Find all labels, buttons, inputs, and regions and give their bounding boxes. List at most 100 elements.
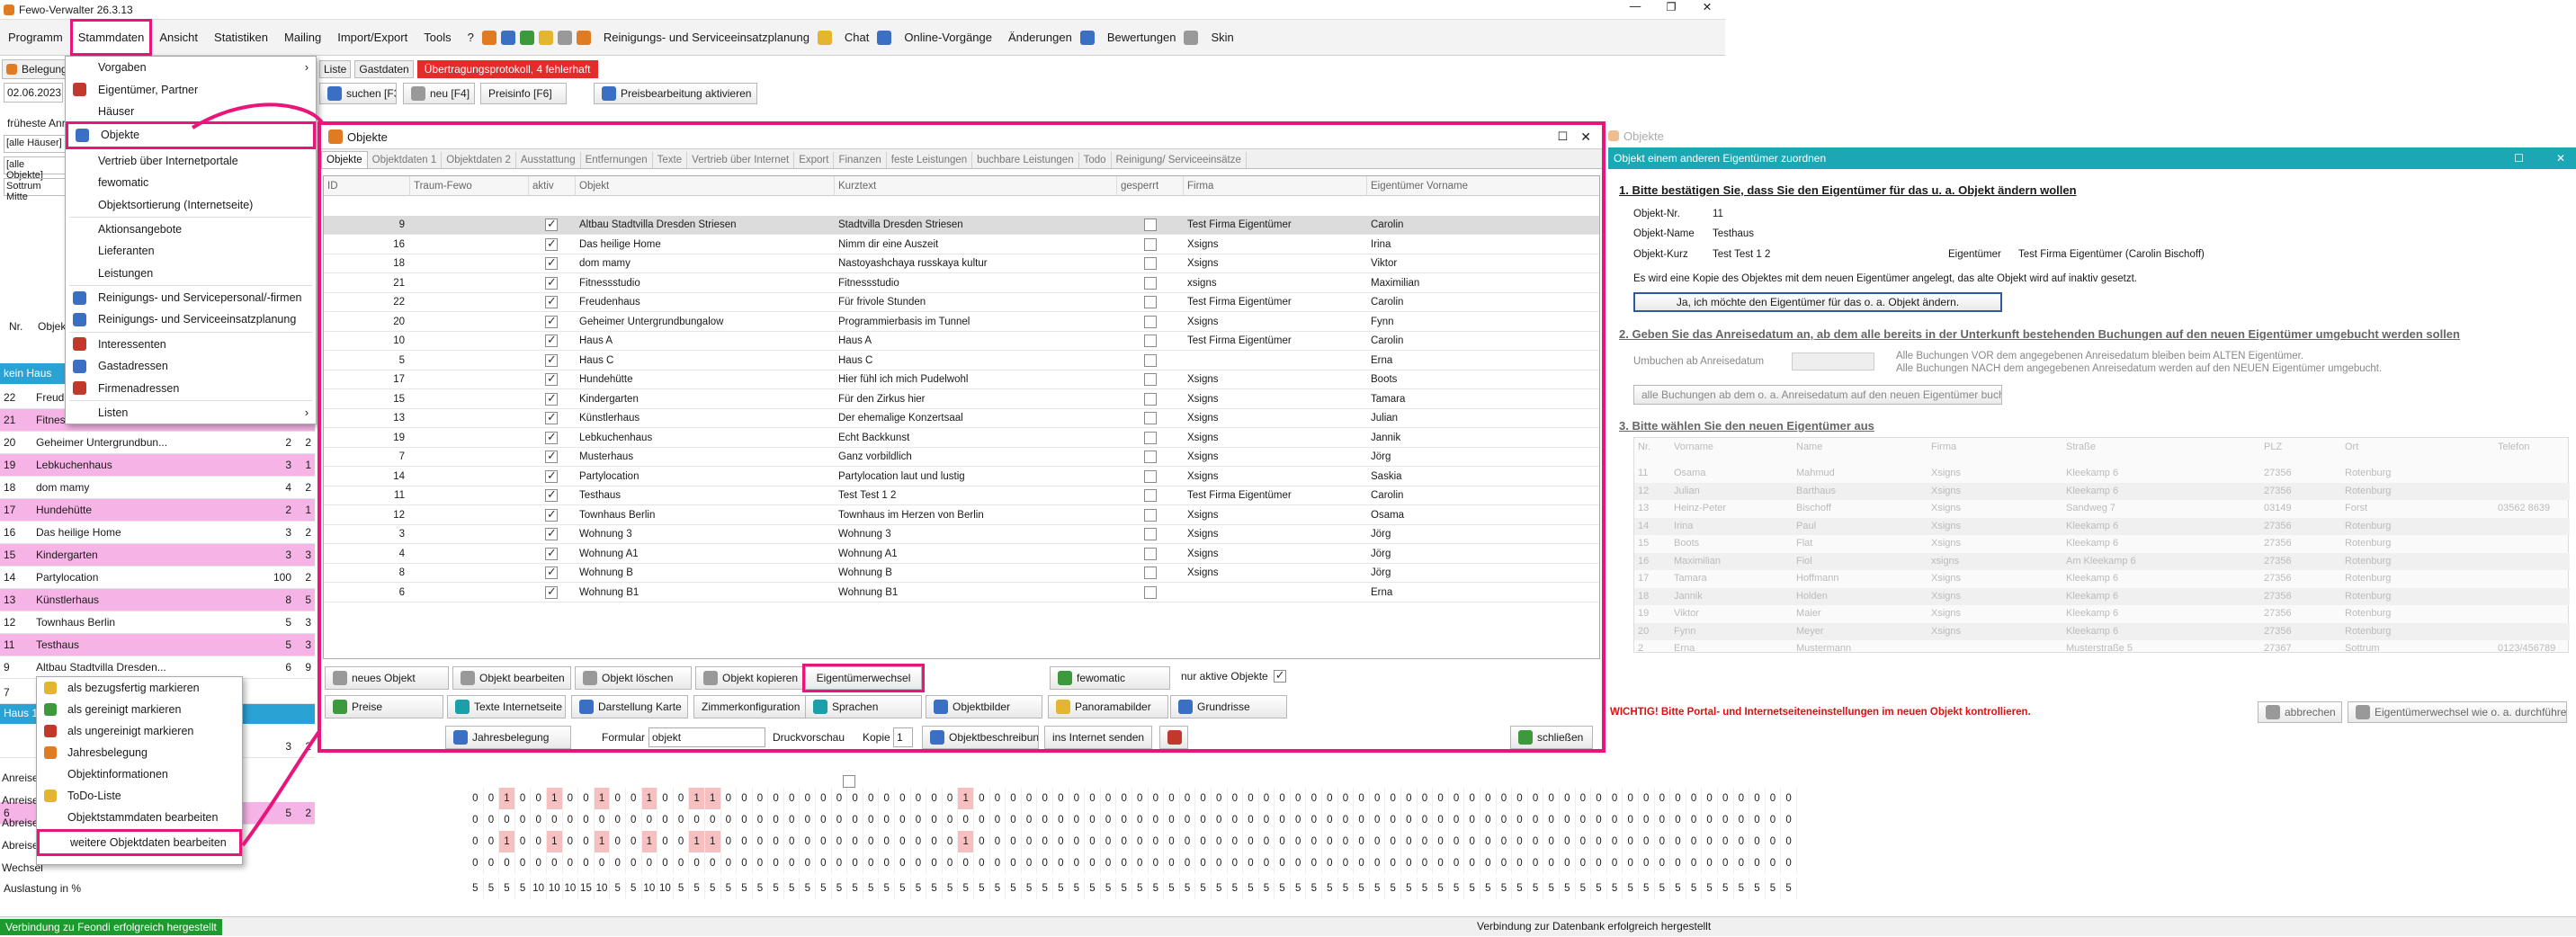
grid-cell[interactable]: 0 [642,809,658,831]
grid-cell[interactable]: 0 [1085,831,1101,852]
grid-cell[interactable]: 0 [1464,809,1480,831]
grid-cell[interactable]: 0 [484,852,500,874]
owner-row[interactable]: 11 Osama Mahmud Xsigns Kleekamp 6 27356 Rotenb… [1634,465,2570,482]
zimmerkonfiguration-button[interactable]: Zimmerkonfiguration [693,695,810,718]
grid-cell[interactable]: 0 [610,831,626,852]
grid-cell[interactable]: 0 [784,809,801,831]
grid-cell[interactable]: 0 [1385,788,1402,809]
minimize-icon[interactable]: — [1617,0,1653,13]
grid-cell[interactable]: 0 [1480,809,1497,831]
grid-cell[interactable]: 5 [1370,878,1386,899]
column-header[interactable]: Eigentümer Vorname [1367,176,1599,196]
grid-cell[interactable]: 0 [1243,788,1259,809]
table-row[interactable]: 19 Lebkuchenhaus Echt Backkunst Xsigns Janni… [324,429,1599,448]
grid-cell[interactable]: 0 [753,809,769,831]
grid-cell[interactable]: 0 [832,809,848,831]
grid-cell[interactable]: 0 [1401,788,1418,809]
grid-cell[interactable]: 0 [926,809,943,831]
grid-cell[interactable]: 0 [1180,852,1196,874]
grid-cell[interactable]: 0 [1497,809,1513,831]
grid-cell[interactable]: 0 [847,788,863,809]
grid-cell[interactable]: 0 [753,831,769,852]
grid-cell[interactable]: 0 [1228,809,1244,831]
grid-cell[interactable]: 0 [1607,809,1623,831]
grid-cell[interactable]: 0 [595,809,611,831]
grid-cell[interactable]: 0 [1228,831,1244,852]
aktiv-checkbox[interactable] [545,391,558,406]
grid-cell[interactable]: 5 [705,878,721,899]
grid-cell[interactable]: 0 [1259,831,1275,852]
grid-cell[interactable]: 5 [1702,878,1718,899]
owner-row[interactable]: 16 Maximilian Fiol xsigns Am Kleekamp 6 27356… [1634,552,2570,570]
grid-cell[interactable]: 0 [1291,788,1307,809]
tab-objekte-11[interactable]: Todo [1079,152,1112,168]
grid-cell[interactable]: 0 [531,831,547,852]
grid-cell[interactable]: 0 [610,788,626,809]
toolbar-icon-5[interactable] [557,30,572,45]
grid-cell[interactable]: 5 [1480,878,1497,899]
grid-cell[interactable]: 0 [1291,852,1307,874]
grid-cell[interactable]: 0 [1243,852,1259,874]
grid-cell[interactable]: 0 [832,852,848,874]
grid-cell[interactable]: 0 [1069,852,1086,874]
grid-cell[interactable]: 5 [1338,878,1355,899]
grid-cell[interactable]: 0 [1069,809,1086,831]
grid-cell[interactable]: 0 [1639,788,1655,809]
grid-cell[interactable]: 0 [816,852,832,874]
grid-cell[interactable]: 0 [1497,852,1513,874]
grid-cell[interactable]: 0 [1006,788,1022,809]
grid-cell[interactable]: 0 [1576,852,1592,874]
grid-cell[interactable]: 0 [1243,831,1259,852]
grid-cell[interactable]: 5 [1512,878,1528,899]
table-row[interactable]: 13 Künstlerhaus Der ehemalige Konzertsaal X… [324,409,1599,428]
grid-cell[interactable]: 0 [1022,831,1038,852]
context-item[interactable]: als ungereinigt markieren [37,720,242,742]
grid-cell[interactable]: 0 [1623,852,1639,874]
grid-cell[interactable]: 0 [974,788,990,809]
table-row[interactable]: 9 Altbau Stadtvilla Dresden Striesen Stadt… [324,216,1599,235]
neues-objekt-button[interactable]: neues Objekt [325,666,449,690]
grid-cell[interactable]: 0 [1101,809,1117,831]
grid-cell[interactable]: 5 [1623,878,1639,899]
column-header[interactable]: aktiv [529,176,576,196]
texte-internetseite-button[interactable]: Texte Internetseite [447,695,566,718]
grid-cell[interactable]: 0 [1512,809,1528,831]
grid-cell[interactable]: 5 [1449,878,1465,899]
grid-cell[interactable]: 0 [753,788,769,809]
tab-objekte-0[interactable]: Objekte [321,151,368,168]
stammdaten-item[interactable]: Reinigungs- und Serviceeinsatzplanung [66,308,316,330]
gesperrt-checkbox[interactable] [1144,412,1157,424]
grid-cell[interactable]: 0 [468,831,484,852]
maximize-icon[interactable]: ❐ [1653,0,1689,13]
grid-cell[interactable]: 0 [626,809,642,831]
grid-cell[interactable]: 0 [1670,788,1686,809]
grid-cell[interactable]: 0 [990,809,1006,831]
gesperrt-checkbox[interactable] [1144,276,1157,290]
grid-cell[interactable]: 0 [1449,809,1465,831]
table-row[interactable]: 6 Wohnung B1 Wohnung B1 Erna [324,584,1599,602]
grid-cell[interactable]: 1 [499,831,515,852]
gesperrt-checkbox[interactable] [1144,392,1157,406]
tab-objekte-5[interactable]: Texte [653,152,688,168]
date-field[interactable]: 02.06.2023 [4,83,63,103]
grid-cell[interactable]: 0 [784,852,801,874]
grid-cell[interactable]: 0 [1275,831,1291,852]
grid-cell[interactable]: 0 [626,852,642,874]
grid-cell[interactable]: 0 [958,809,974,831]
grid-cell[interactable]: 0 [800,788,817,809]
table-row[interactable]: 10 Haus A Haus A Test Firma Eigentümer Carol… [324,332,1599,351]
grid-cell[interactable]: 0 [1781,831,1797,852]
grid-cell[interactable]: 5 [515,878,532,899]
list-item[interactable]: 18 dom mamy 4 2 [0,477,315,499]
grid-cell[interactable]: 0 [1228,788,1244,809]
context-item[interactable]: als bezugsfertig markieren [37,677,242,699]
aktiv-checkbox[interactable] [545,371,558,386]
menu-mailing[interactable]: Mailing [276,31,329,44]
close-icon[interactable]: ✕ [1689,0,1725,13]
eigentuemerwechsel-button[interactable]: Eigentümerwechsel [802,664,925,692]
preisinfo-button[interactable]: Preisinfo [F6] [480,83,567,104]
grid-cell[interactable]: 0 [1623,809,1639,831]
grid-cell[interactable]: 0 [1528,852,1544,874]
grid-cell[interactable]: 0 [1512,788,1528,809]
grid-cell[interactable]: 0 [1338,809,1355,831]
